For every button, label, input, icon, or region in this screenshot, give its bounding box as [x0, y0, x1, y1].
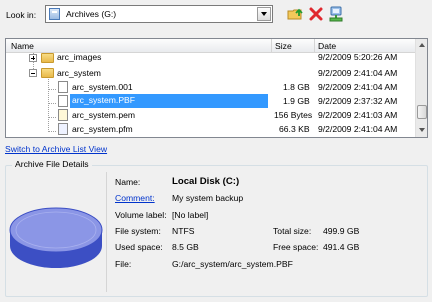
column-date-header[interactable]: Date — [318, 41, 336, 51]
document-file-icon — [58, 123, 68, 135]
scroll-up-icon[interactable] — [417, 40, 427, 50]
delete-x-icon[interactable] — [308, 6, 324, 22]
item-date: 9/2/2009 2:41:03 AM — [318, 110, 398, 120]
item-date: 9/2/2009 2:41:04 AM — [318, 68, 398, 78]
volume-label: Volume label: — [115, 210, 167, 220]
item-name: arc_system.pfm — [72, 124, 133, 134]
file-icon — [58, 95, 68, 107]
file-label: File: — [115, 259, 132, 269]
item-date: 9/2/2009 2:37:32 AM — [318, 96, 398, 106]
used-space-label: Used space: — [115, 242, 163, 252]
look-in-value: Archives (G:) — [66, 9, 117, 19]
column-name-header[interactable]: Name — [11, 41, 34, 51]
dropdown-arrow-button[interactable] — [257, 7, 271, 21]
item-name: arc_system — [57, 68, 101, 78]
switch-to-list-view-link[interactable]: Switch to Archive List View — [5, 144, 107, 154]
file-path-value: G:/arc_system/arc_system.PBF — [172, 259, 293, 269]
look-in-dropdown[interactable]: Archives (G:) — [45, 5, 273, 23]
file-system-label: File system: — [115, 226, 161, 236]
comment-link[interactable]: Comment: — [115, 193, 155, 203]
item-size: 66.3 KB — [279, 124, 310, 134]
folder-up-icon[interactable] — [287, 6, 303, 22]
details-divider — [106, 172, 107, 292]
scroll-thumb[interactable] — [417, 105, 427, 119]
list-item[interactable]: arc_system 9/2/2009 2:41:04 AM — [6, 66, 416, 80]
name-label: Name: — [115, 177, 141, 187]
item-name: arc_system.PBF — [70, 94, 268, 108]
list-item[interactable]: arc_system.001 1.8 GB 9/2/2009 2:41:04 A… — [6, 80, 416, 94]
used-space-value: 8.5 GB — [172, 242, 199, 252]
total-size-value: 499.9 GB — [323, 226, 360, 236]
collapse-icon[interactable] — [29, 69, 37, 77]
item-date: 9/2/2009 2:41:04 AM — [318, 124, 398, 134]
column-size-header[interactable]: Size — [275, 41, 292, 51]
item-size: 156 Bytes — [274, 110, 313, 120]
folder-open-icon — [41, 68, 54, 78]
item-size: 1.8 GB — [283, 82, 310, 92]
list-item[interactable]: arc_system.pem 156 Bytes 9/2/2009 2:41:0… — [6, 108, 416, 122]
free-space-value: 491.4 GB — [323, 242, 360, 252]
item-date: 9/2/2009 5:20:26 AM — [318, 52, 398, 62]
total-size-label: Total size: — [273, 226, 312, 236]
expand-icon[interactable] — [29, 54, 37, 62]
folder-icon — [41, 53, 54, 63]
list-item-selected[interactable]: arc_system.PBF 1.9 GB 9/2/2009 2:37:32 A… — [6, 94, 416, 108]
volume-value: [No label] — [172, 210, 209, 220]
name-value: Local Disk (C:) — [172, 176, 240, 187]
vertical-scrollbar[interactable] — [415, 39, 427, 137]
disk-icon — [8, 200, 104, 280]
list-item[interactable]: arc_images 9/2/2009 5:20:26 AM — [6, 51, 416, 65]
file-list[interactable]: Name Size Date arc_images 9/2/2009 5:20:… — [5, 38, 428, 138]
file-icon — [58, 81, 68, 93]
item-name: arc_images — [57, 52, 102, 62]
item-size: 1.9 GB — [283, 96, 310, 106]
item-name: arc_system.001 — [72, 82, 133, 92]
group-title: Archive File Details — [12, 159, 92, 169]
scroll-down-icon[interactable] — [417, 125, 427, 135]
look-in-label: Look in: — [6, 10, 37, 20]
free-space-label: Free space: — [273, 242, 319, 252]
drive-icon — [49, 8, 60, 20]
item-name: arc_system.pem — [72, 110, 136, 120]
comment-value: My system backup — [172, 193, 244, 203]
list-item[interactable]: arc_system.pfm 66.3 KB 9/2/2009 2:41:04 … — [6, 122, 416, 136]
item-date: 9/2/2009 2:41:04 AM — [318, 82, 398, 92]
file-system-value: NTFS — [172, 226, 195, 236]
network-drive-icon[interactable] — [328, 6, 344, 22]
certificate-file-icon — [58, 109, 68, 121]
